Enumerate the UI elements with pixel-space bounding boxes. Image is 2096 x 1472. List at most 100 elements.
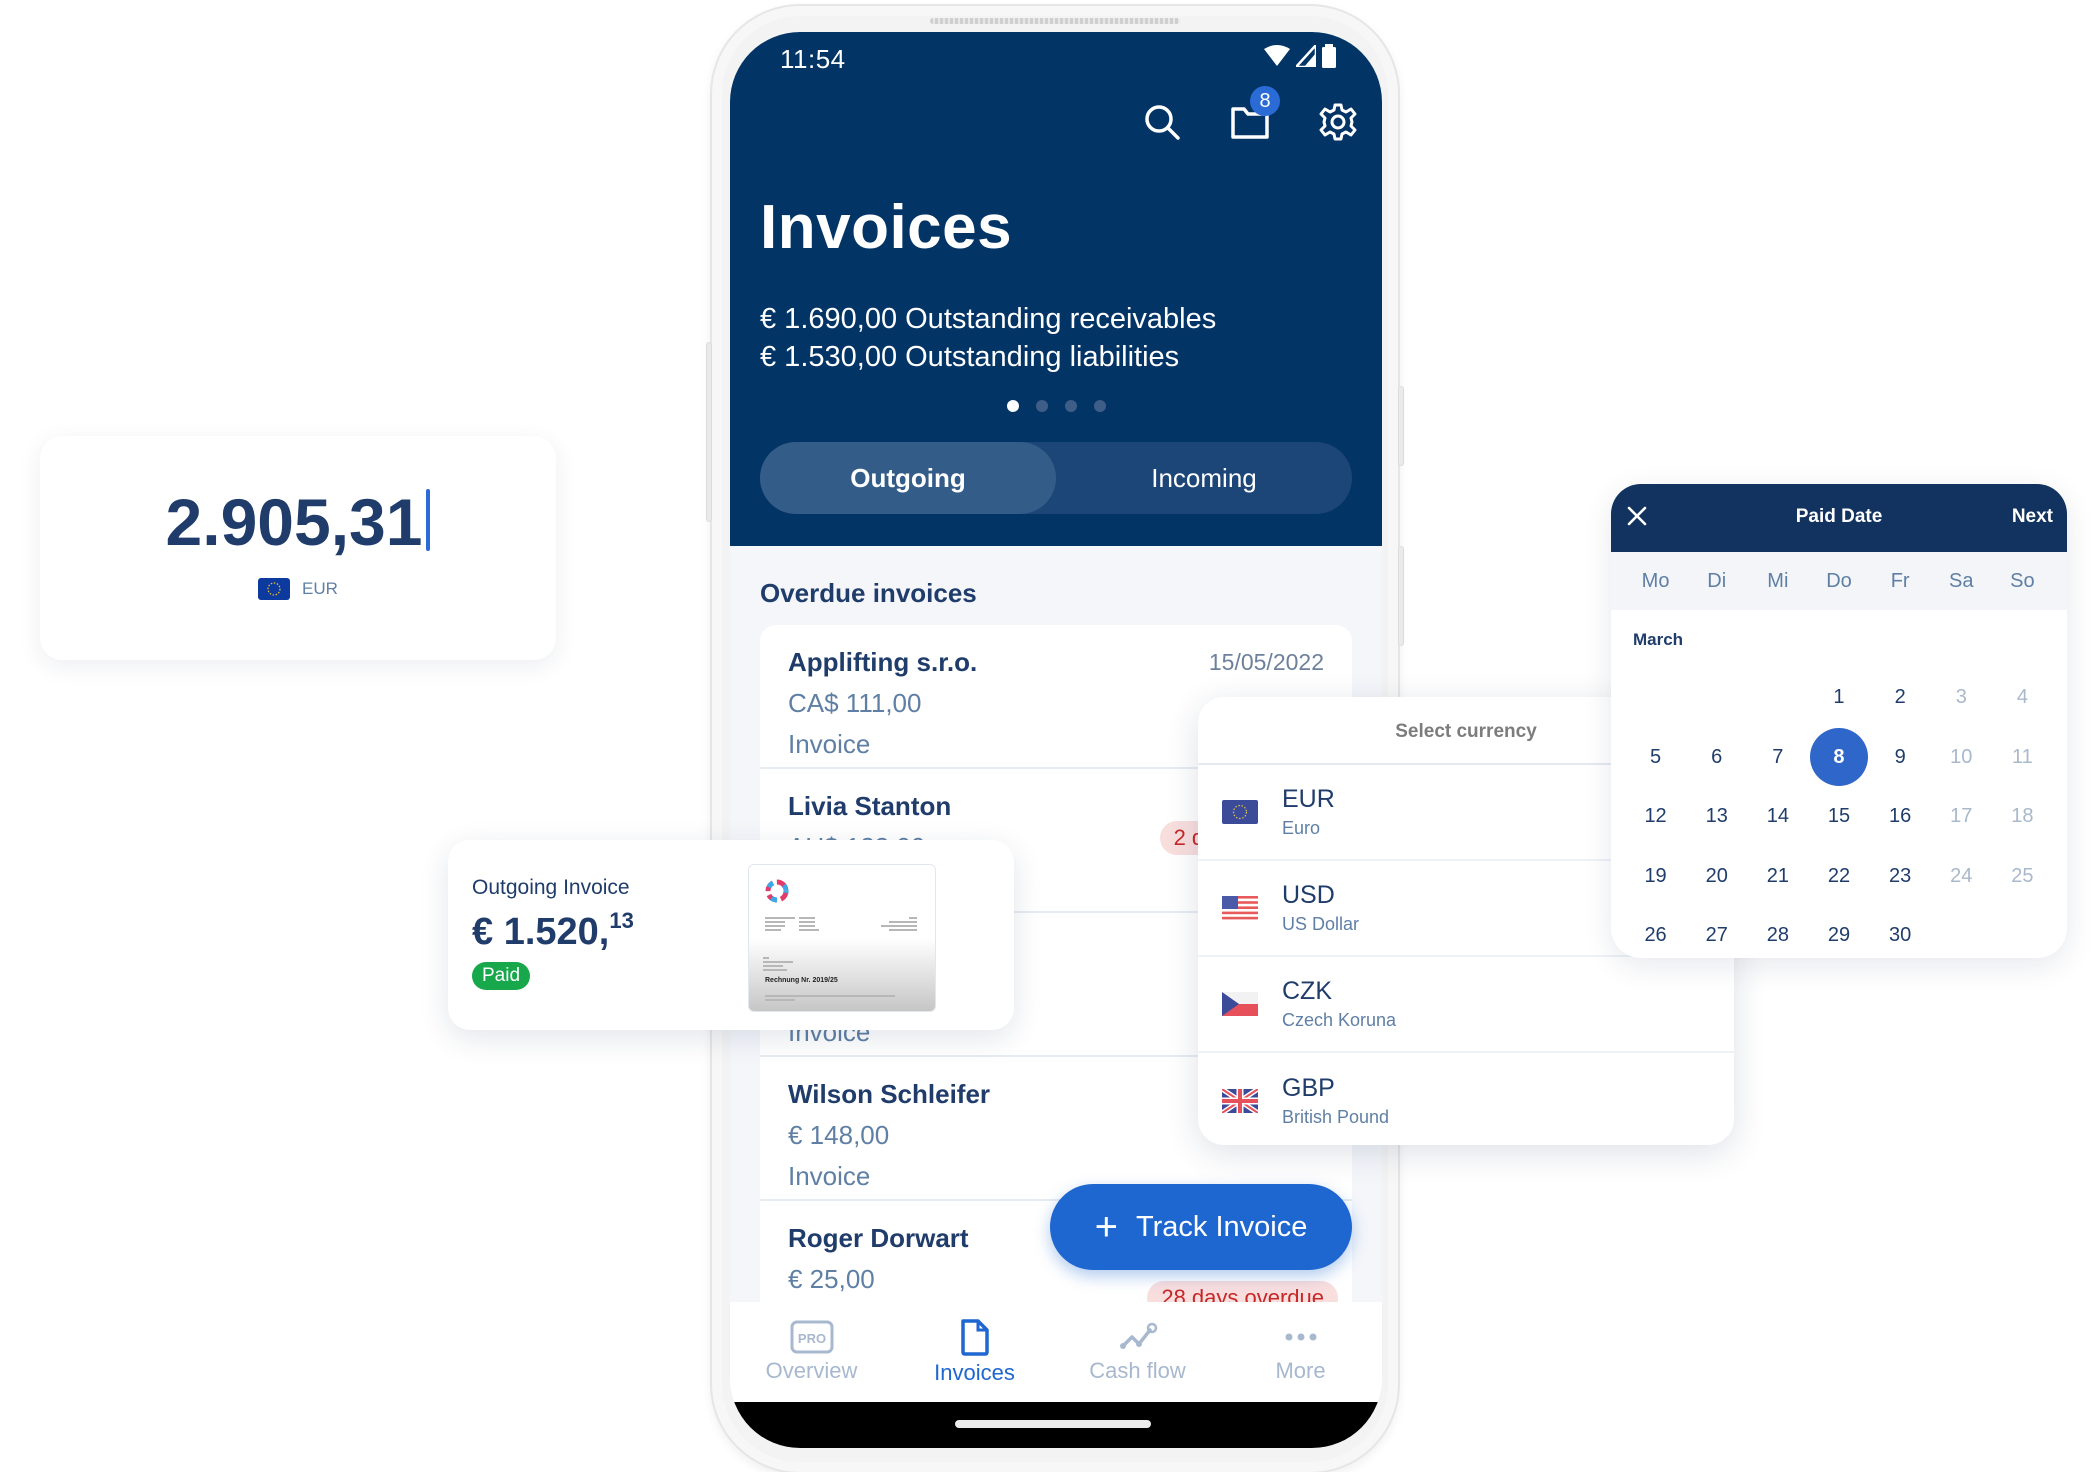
calendar-day[interactable]: 1 (1808, 668, 1869, 728)
carousel-dot[interactable] (1035, 400, 1048, 412)
calendar-empty-cell (1686, 668, 1747, 728)
carousel-pagination (730, 400, 1382, 412)
day-number: 13 (1705, 805, 1728, 828)
tab-label: Overview (765, 1358, 858, 1383)
tab-outgoing[interactable]: Outgoing (760, 442, 1056, 514)
wifi-icon (1264, 45, 1290, 66)
date-picker-header: Paid Date Next (1611, 484, 2067, 552)
tab-label: Cash flow (1089, 1358, 1186, 1383)
invoices-header: 11:54 8 Invoices € 1.690,00 Outstanding … (730, 32, 1382, 546)
paid-status-badge: Paid (472, 962, 531, 990)
calendar-day[interactable]: 30 (1870, 906, 1931, 958)
day-number: 3 (1955, 686, 1967, 709)
currency-code: GBP (1282, 1074, 1335, 1102)
month-label: March (1633, 630, 1684, 649)
carousel-dot[interactable] (1093, 400, 1106, 412)
calendar-day[interactable]: 14 (1747, 787, 1808, 847)
day-number: 28 (1766, 924, 1789, 947)
currency-code: USD (1282, 881, 1335, 909)
calendar-day: 17 (1931, 787, 1992, 847)
settings-button[interactable] (1316, 100, 1360, 144)
tab-invoices[interactable]: Invoices (893, 1302, 1056, 1402)
outgoing-invoice-amount: € 1.520,13 (472, 908, 634, 954)
calendar-day[interactable]: 5 (1625, 728, 1686, 788)
calendar-empty-cell (1625, 668, 1686, 728)
day-number: 18 (2011, 805, 2034, 828)
calendar-day[interactable]: 26 (1625, 906, 1686, 958)
currency-option-gbp[interactable]: GBP British Pound (1198, 1053, 1734, 1145)
invoice-document-thumbnail[interactable]: Rechnung Nr. 2019/25 (748, 864, 936, 1012)
amount-cents: 13 (609, 908, 634, 933)
calendar-day[interactable]: 12 (1625, 787, 1686, 847)
day-number: 19 (1644, 864, 1667, 887)
calendar-day[interactable]: 16 (1870, 787, 1931, 847)
home-indicator[interactable] (955, 1420, 1151, 1428)
calendar-day[interactable]: 27 (1686, 906, 1747, 958)
amount-input[interactable]: 2.905,31 (40, 484, 556, 560)
weekday-label: Do (1826, 569, 1852, 592)
calendar-day-grid: 1 2 3 4 5 6 7 8 9 10 11 12 13 14 15 16 17 18 19 20 21 22 23 24 2… (1611, 668, 2067, 958)
tab-incoming[interactable]: Incoming (1056, 442, 1352, 514)
calendar-day[interactable]: 7 (1747, 728, 1808, 788)
outstanding-liabilities: € 1.530,00 Outstanding liabilities (760, 341, 1180, 373)
day-number: 1 (1833, 686, 1845, 709)
carousel-dot[interactable] (1064, 400, 1077, 412)
pro-badge-icon: PRO (790, 1320, 833, 1354)
battery-icon (1322, 44, 1336, 68)
amount-value: 2.905,31 (165, 485, 423, 559)
day-number: 22 (1827, 864, 1851, 887)
direction-segmented-control: Outgoing Incoming (760, 442, 1352, 514)
calendar-day[interactable]: 21 (1747, 847, 1808, 907)
outgoing-invoice-label: Outgoing Invoice (472, 876, 630, 899)
currency-name: British Pound (1282, 1107, 1390, 1127)
calendar-day: 25 (1992, 847, 2053, 907)
weekday-label: Mi (1767, 569, 1789, 592)
tab-more[interactable]: More (1219, 1302, 1382, 1402)
weekday-label: Di (1707, 569, 1727, 592)
weekday-label: Sa (1949, 569, 1974, 592)
eu-flag-icon (258, 578, 291, 600)
calendar-day: 3 (1931, 668, 1992, 728)
phone-side-button-left (706, 342, 712, 522)
speaker-grille (930, 18, 1180, 24)
day-number: 12 (1644, 805, 1667, 828)
calendar-day[interactable]: 6 (1686, 728, 1747, 788)
tab-label: Invoices (934, 1360, 1015, 1385)
phone-volume-button (1398, 546, 1404, 646)
calendar-day[interactable]: 23 (1870, 847, 1931, 907)
calendar-empty-cell (1747, 668, 1808, 728)
tab-label: More (1275, 1358, 1326, 1383)
amount-currency-code: EUR (302, 579, 338, 598)
tab-overview[interactable]: PRO Overview (730, 1302, 893, 1402)
calendar-day-selected[interactable]: 8 (1808, 728, 1869, 788)
calendar-day[interactable]: 9 (1870, 728, 1931, 788)
calendar-day[interactable]: 28 (1747, 906, 1808, 958)
weekday-label: Fr (1890, 569, 1910, 592)
day-number: 10 (1950, 745, 1973, 768)
search-button[interactable] (1140, 100, 1184, 144)
us-flag-icon (1222, 896, 1258, 920)
section-title-overdue: Overdue invoices (760, 578, 977, 608)
calendar-day[interactable]: 13 (1686, 787, 1747, 847)
inbox-button[interactable]: 8 (1228, 86, 1280, 144)
calendar-day[interactable]: 20 (1686, 847, 1747, 907)
calendar-day[interactable]: 15 (1808, 787, 1869, 847)
carousel-dot[interactable] (1006, 400, 1019, 412)
track-invoice-button[interactable]: + Track Invoice (1050, 1184, 1352, 1270)
tab-cash-flow[interactable]: Cash flow (1056, 1302, 1219, 1402)
calendar-day[interactable]: 2 (1870, 668, 1931, 728)
calendar-day[interactable]: 22 (1808, 847, 1869, 907)
more-dots-icon (1285, 1333, 1316, 1341)
day-number: 25 (2011, 864, 2034, 887)
calendar-day[interactable]: 29 (1808, 906, 1869, 958)
amount-currency-selector[interactable]: EUR (40, 578, 556, 600)
day-number: 23 (1889, 864, 1912, 887)
currency-option-czk[interactable]: CZK Czech Koruna (1198, 957, 1734, 1053)
outgoing-invoice-card[interactable]: Outgoing Invoice € 1.520,13 Paid Rechnun… (448, 840, 1014, 1030)
day-number: 17 (1950, 805, 1973, 828)
calendar-day[interactable]: 19 (1625, 847, 1686, 907)
next-button[interactable]: Next (2012, 506, 2053, 528)
day-number: 15 (1827, 805, 1851, 828)
document-title: Rechnung Nr. 2019/25 (765, 977, 838, 984)
weekday-label: Mo (1641, 569, 1670, 592)
